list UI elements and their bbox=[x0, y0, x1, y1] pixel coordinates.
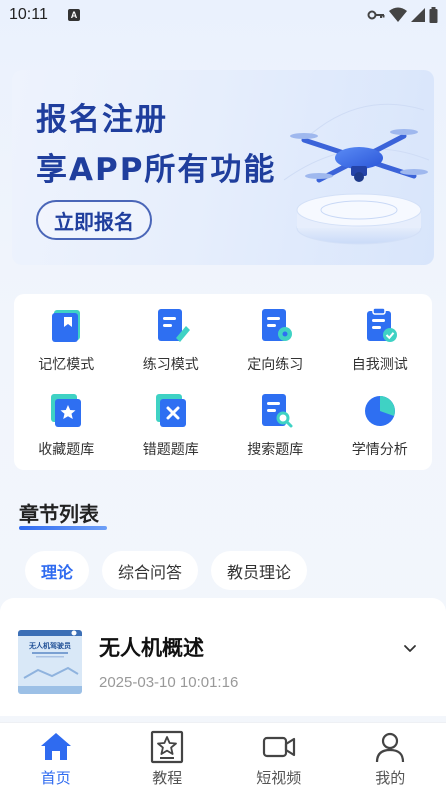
nav-short-video[interactable]: 短视频 bbox=[234, 723, 324, 792]
grid-item-practice-mode[interactable]: 练习模式 bbox=[119, 300, 224, 385]
wrong-document-icon bbox=[155, 394, 186, 427]
status-time: 10:11 bbox=[9, 6, 48, 23]
section-title: 章节列表 bbox=[19, 502, 99, 526]
nav-label: 首页 bbox=[40, 769, 71, 787]
grid-label: 搜索题库 bbox=[247, 442, 304, 458]
grid-item-memory-mode[interactable]: 记忆模式 bbox=[14, 300, 119, 385]
chapter-timestamp: 2025-03-10 10:01:16 bbox=[99, 674, 239, 691]
grid-label: 定向练习 bbox=[247, 357, 304, 373]
grid-label: 自我测试 bbox=[351, 357, 408, 373]
banner-title-line1: 报名注册 bbox=[36, 102, 168, 138]
register-banner[interactable]: 报名注册 享APP所有功能 立即报名 bbox=[12, 70, 434, 265]
grid-label: 收藏题库 bbox=[38, 442, 95, 458]
target-document-icon bbox=[262, 309, 293, 341]
feature-grid: 记忆模式 练习模式 定向练习 自我测试 收藏题库 错题题库 搜索题库 学情分析 bbox=[14, 294, 432, 470]
nav-label: 教程 bbox=[152, 769, 183, 787]
grid-item-self-test[interactable]: 自我测试 bbox=[328, 300, 433, 385]
chapter-tabs: 理论 综合问答 教员理论 bbox=[25, 551, 308, 590]
tab-instructor-theory[interactable]: 教员理论 bbox=[211, 551, 308, 590]
status-bar: 10:11 A bbox=[0, 0, 446, 32]
grid-item-favorites-bank[interactable]: 收藏题库 bbox=[14, 385, 119, 470]
battery-icon bbox=[429, 7, 438, 23]
star-document-icon bbox=[51, 394, 82, 427]
nav-home[interactable]: 首页 bbox=[11, 723, 101, 792]
video-icon bbox=[262, 736, 295, 758]
grid-label: 练习模式 bbox=[142, 357, 199, 373]
pie-chart-icon bbox=[364, 396, 395, 426]
key-icon bbox=[367, 10, 385, 20]
grid-item-learning-analysis[interactable]: 学情分析 bbox=[328, 385, 433, 470]
wifi-icon bbox=[389, 7, 407, 22]
search-document-icon bbox=[262, 394, 293, 428]
edit-document-icon bbox=[157, 309, 190, 342]
chevron-down-icon[interactable] bbox=[402, 640, 418, 656]
book-icon bbox=[52, 310, 81, 342]
bottom-navigation: 首页 教程 短视频 我的 bbox=[0, 722, 446, 792]
nav-tutorial[interactable]: 教程 bbox=[122, 723, 212, 792]
tab-theory[interactable]: 理论 bbox=[25, 551, 90, 590]
signal-icon bbox=[411, 8, 425, 22]
home-icon bbox=[40, 733, 71, 760]
tutorial-star-icon bbox=[151, 730, 184, 764]
banner-title-line2: 享APP所有功能 bbox=[36, 152, 277, 188]
chapter-list-item[interactable]: 无人机驾驶员 无人机概述 2025-03-10 10:01:16 bbox=[0, 598, 446, 716]
keyboard-indicator-icon: A bbox=[68, 9, 80, 21]
grid-label: 记忆模式 bbox=[38, 357, 95, 373]
drone-illustration-icon bbox=[283, 103, 430, 245]
grid-label: 学情分析 bbox=[351, 442, 408, 458]
clipboard-check-icon bbox=[366, 307, 397, 342]
nav-label: 短视频 bbox=[256, 769, 302, 787]
user-icon bbox=[376, 732, 405, 763]
book-cover-icon: 无人机驾驶员 bbox=[18, 630, 82, 694]
chapter-thumbnail: 无人机驾驶员 bbox=[18, 630, 82, 694]
status-icons bbox=[367, 6, 438, 24]
section-underline bbox=[19, 526, 107, 530]
register-now-button[interactable]: 立即报名 bbox=[36, 200, 152, 240]
grid-item-targeted-practice[interactable]: 定向练习 bbox=[223, 300, 328, 385]
grid-item-search-bank[interactable]: 搜索题库 bbox=[223, 385, 328, 470]
tab-comprehensive-qa[interactable]: 综合问答 bbox=[102, 551, 199, 590]
nav-profile[interactable]: 我的 bbox=[345, 723, 435, 792]
grid-item-wrong-bank[interactable]: 错题题库 bbox=[119, 385, 224, 470]
nav-label: 我的 bbox=[375, 769, 406, 787]
thumb-title: 无人机驾驶员 bbox=[28, 641, 71, 650]
grid-label: 错题题库 bbox=[142, 442, 199, 458]
chapter-title: 无人机概述 bbox=[99, 636, 204, 660]
